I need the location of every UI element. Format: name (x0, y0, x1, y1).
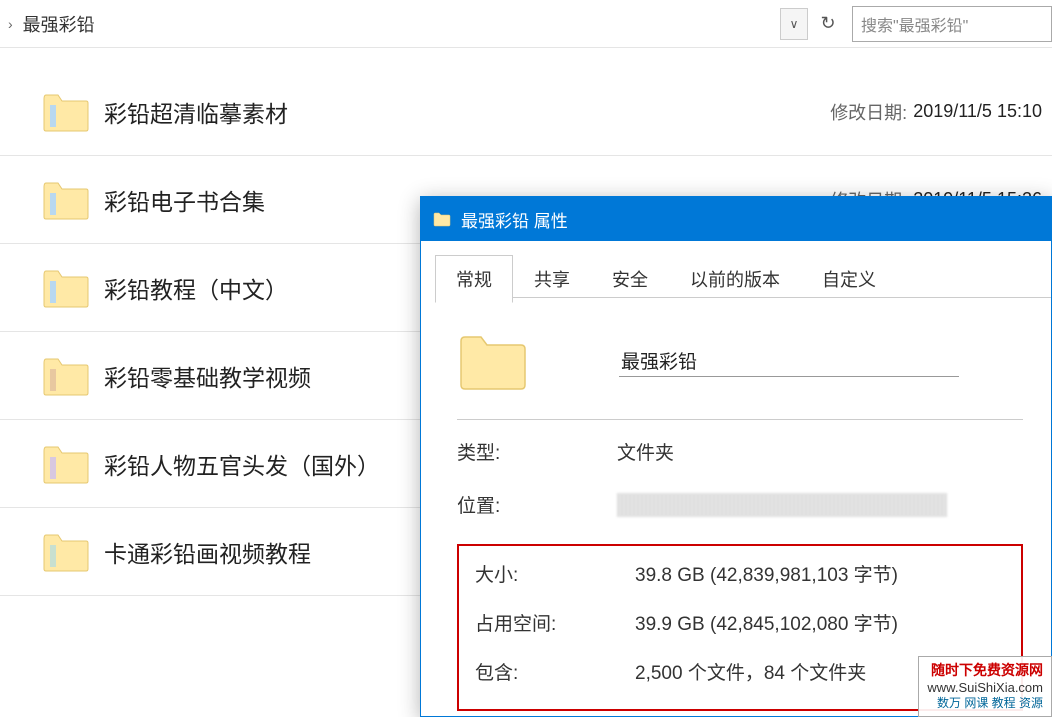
search-input[interactable]: 搜索"最强彩铅" (852, 6, 1052, 42)
history-dropdown[interactable]: ∨ (780, 8, 808, 40)
chevron-down-icon: ∨ (790, 17, 799, 31)
location-label: 位置: (457, 491, 617, 518)
date-label: 修改日期: (830, 99, 907, 125)
breadcrumb-current[interactable]: 最强彩铅 (21, 11, 780, 37)
disk-value: 39.9 GB (42,845,102,080 字节) (635, 609, 898, 636)
date-value: 2019/11/5 15:10 (913, 101, 1042, 122)
disk-label: 占用空间: (475, 609, 635, 636)
dialog-body: 类型: 文件夹 位置: 大小: 39.8 GB (42,839,981,103 … (421, 303, 1051, 711)
size-value: 39.8 GB (42,839,981,103 字节) (635, 560, 898, 587)
refresh-icon: ↻ (820, 13, 835, 34)
watermark: 随时下免费资源网 www.SuiShiXia.com 数万 网课 教程 资源 (918, 656, 1052, 717)
properties-dialog: 最强彩铅 属性 常规 共享 安全 以前的版本 自定义 类型: 文件夹 位置: 大… (420, 196, 1052, 717)
tab-customize[interactable]: 自定义 (801, 255, 897, 303)
refresh-button[interactable]: ↻ (812, 8, 844, 40)
divider (457, 419, 1023, 420)
folder-icon (42, 179, 90, 221)
address-bar: › 最强彩铅 ∨ ↻ 搜索"最强彩铅" (0, 0, 1052, 48)
contains-label: 包含: (475, 658, 635, 685)
type-value: 文件夹 (617, 438, 674, 465)
folder-icon (42, 355, 90, 397)
watermark-tagline: 数万 网课 教程 资源 (927, 696, 1043, 712)
tab-sharing[interactable]: 共享 (513, 255, 591, 303)
folder-name-input[interactable] (619, 346, 959, 377)
file-name: 彩铅超清临摹素材 (104, 95, 830, 129)
list-item[interactable]: 彩铅超清临摹素材 修改日期: 2019/11/5 15:10 (0, 68, 1052, 156)
location-value-blurred (617, 493, 947, 517)
tab-divider (435, 297, 1051, 298)
size-label: 大小: (475, 560, 635, 587)
watermark-url: www.SuiShiXia.com (927, 680, 1043, 697)
tab-general[interactable]: 常规 (435, 255, 513, 303)
folder-icon (433, 211, 451, 227)
tab-previous-versions[interactable]: 以前的版本 (669, 255, 801, 303)
tab-security[interactable]: 安全 (591, 255, 669, 303)
folder-icon (42, 267, 90, 309)
dialog-tabs: 常规 共享 安全 以前的版本 自定义 (421, 241, 1051, 303)
type-label: 类型: (457, 438, 617, 465)
search-placeholder: 搜索"最强彩铅" (861, 12, 968, 36)
folder-icon (457, 331, 529, 391)
folder-icon (42, 531, 90, 573)
breadcrumb-arrow-icon[interactable]: › (0, 16, 21, 32)
contains-value: 2,500 个文件，84 个文件夹 (635, 658, 866, 685)
folder-icon (42, 443, 90, 485)
watermark-title: 随时下免费资源网 (927, 661, 1043, 679)
folder-icon (42, 91, 90, 133)
dialog-title: 最强彩铅 属性 (461, 207, 568, 232)
dialog-titlebar[interactable]: 最强彩铅 属性 (421, 197, 1051, 241)
